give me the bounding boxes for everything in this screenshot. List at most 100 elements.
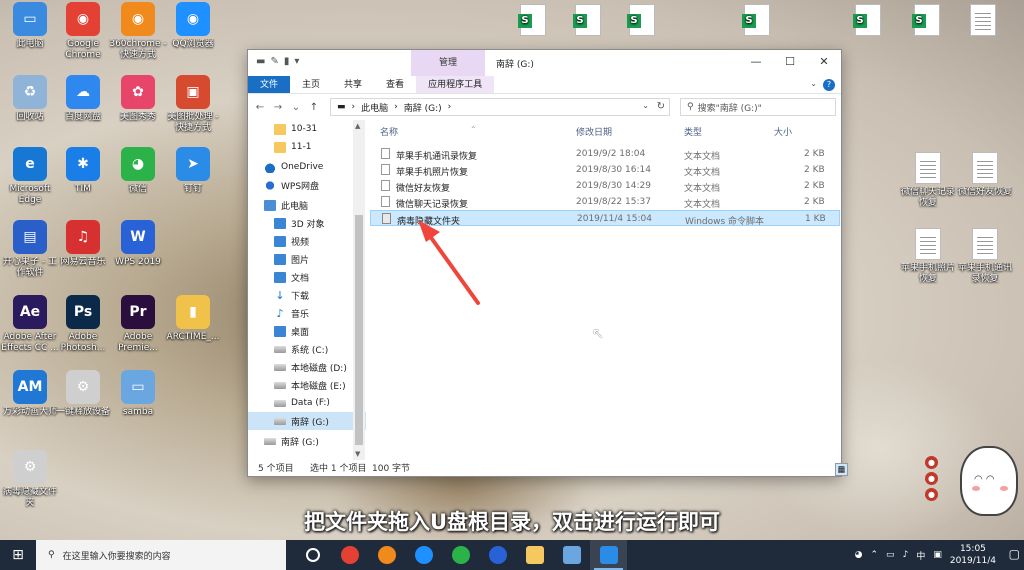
taskbar-wechat-icon[interactable] (442, 540, 479, 570)
nav-item[interactable]: OneDrive (248, 158, 366, 176)
taskbar-360chrome-icon[interactable] (368, 540, 405, 570)
nav-item[interactable]: ♪ 音乐 (248, 304, 366, 322)
col-size[interactable]: 大小 (774, 125, 792, 138)
nav-item[interactable]: 南辞 (G:) (248, 432, 366, 450)
nav-item[interactable]: ↓ 下载 (248, 286, 366, 304)
taskbar-chrome-icon[interactable] (331, 540, 368, 570)
search-input[interactable]: ⚲ 搜索"南辞 (G:)" (680, 98, 836, 116)
taskbar-app-icon[interactable] (553, 540, 590, 570)
desktop-spreadsheet-icon[interactable] (558, 4, 618, 39)
desktop-spreadsheet-icon[interactable] (897, 4, 957, 39)
nav-item[interactable]: 文档 (248, 268, 366, 286)
nav-item[interactable]: 3D 对象 (248, 214, 366, 232)
nav-item[interactable]: WPS网盘 (248, 176, 366, 194)
tab-app-tools[interactable]: 应用程序工具 (416, 76, 495, 93)
network-icon[interactable]: ▭ (886, 550, 895, 560)
file-row[interactable]: 苹果手机通讯录恢复 2019/9/2 18:04 文本文档 2 KB (370, 146, 840, 162)
address-dropdown-icon[interactable]: ⌄ (642, 101, 649, 110)
file-row[interactable]: 微信好友恢复 2019/8/30 14:29 文本文档 2 KB (370, 178, 840, 194)
taskbar-file-explorer-icon[interactable] (516, 540, 553, 570)
desktop-icon[interactable]: ⚙ 一键释放设备 (53, 370, 113, 418)
taskbar-task-view-icon[interactable] (294, 540, 331, 570)
nav-item[interactable]: 桌面 (248, 322, 366, 340)
scroll-down-icon[interactable]: ▼ (355, 450, 360, 458)
nav-item[interactable]: 11-1 (248, 138, 366, 156)
desktop-icon[interactable]: ▣ 美图批处理 - 快捷方式 (163, 75, 223, 134)
desktop-icon[interactable]: Ps Adobe Photosh... (53, 295, 113, 354)
breadcrumb-this-pc[interactable]: 此电脑 (361, 101, 388, 114)
nav-item[interactable]: 本地磁盘 (E:) (248, 376, 366, 394)
nav-item[interactable]: 本地磁盘 (D:) (248, 358, 366, 376)
badge-icon[interactable]: ● (925, 488, 938, 501)
new-folder-icon[interactable]: ▮ (284, 56, 290, 67)
taskbar-search[interactable]: ⚲ 在这里输入你要搜索的内容 (36, 540, 286, 570)
desktop-doc-icon[interactable]: 微信好友恢复 (955, 152, 1015, 198)
address-bar[interactable]: ▬ › 此电脑 › 南辞 (G:) › ⌄ ↻ (330, 98, 670, 116)
desktop-icon[interactable]: ♻ 回收站 (0, 75, 60, 123)
desktop-doc-icon[interactable] (953, 4, 1013, 39)
desktop-icon[interactable]: ◉ Google Chrome (53, 2, 113, 61)
ime-indicator[interactable]: 中 (916, 549, 925, 562)
tab-home[interactable]: 主页 (290, 76, 332, 93)
nav-item[interactable]: 南辞 (G:) (248, 412, 366, 430)
desktop-icon[interactable]: ➤ 钉钉 (163, 147, 223, 195)
desktop-icon[interactable]: ▤ 开心果子 - 工作软件 (0, 220, 60, 279)
desktop-icon[interactable]: ◉ 360chrome - 快速方式 (108, 2, 168, 61)
desktop-icon[interactable]: ⚙ 病毒隐藏文件夹 (0, 450, 60, 509)
close-button[interactable]: ✕ (807, 50, 841, 74)
nav-item[interactable]: 此电脑 (248, 196, 366, 214)
desktop-spreadsheet-icon[interactable] (612, 4, 672, 39)
up-button[interactable]: ↑ (308, 102, 320, 113)
desktop-icon[interactable]: ◉ QQ浏览器 (163, 2, 223, 50)
notification-icon[interactable]: ▢ (1009, 547, 1020, 561)
nav-item[interactable]: 系统 (C:) (248, 340, 366, 358)
taskbar-dingtalk-icon[interactable] (590, 540, 627, 570)
desktop-spreadsheet-icon[interactable] (503, 4, 563, 39)
scroll-thumb[interactable] (355, 215, 363, 445)
recent-dropdown-icon[interactable]: ⌄ (290, 102, 302, 113)
badge-icon[interactable]: ● (925, 456, 938, 469)
scroll-up-icon[interactable]: ▲ (355, 122, 360, 130)
maximize-button[interactable]: ☐ (773, 50, 807, 74)
desktop-icon[interactable]: ☁ 百度网盘 (53, 75, 113, 123)
tray-app-icon[interactable]: ▣ (933, 550, 942, 560)
desktop-icon[interactable]: Ae Adobe After Effects CC ... (0, 295, 60, 354)
nav-scrollbar[interactable]: ▲ ▼ (353, 120, 365, 460)
desktop-icon[interactable]: ✿ 美图秀秀 (108, 75, 168, 123)
nav-item[interactable]: 10-31 (248, 120, 366, 138)
tab-view[interactable]: 查看 (374, 76, 416, 93)
desktop-icon[interactable]: AM 万彩动画大师 (0, 370, 60, 418)
expand-ribbon-icon[interactable]: ⌄ (810, 79, 817, 88)
help-icon[interactable]: ? (823, 79, 835, 91)
col-type[interactable]: 类型 (684, 125, 702, 138)
nav-item[interactable]: Data (F:) (248, 394, 366, 412)
clock[interactable]: 15:05 2019/11/4 (950, 543, 996, 567)
desktop-icon[interactable]: ▭ 此电脑 (0, 2, 60, 50)
desktop-icon[interactable]: ✱ TIM (53, 147, 113, 195)
desktop-icon[interactable]: ◕ 微信 (108, 147, 168, 195)
desktop-spreadsheet-icon[interactable] (838, 4, 898, 39)
tray-wechat-icon[interactable]: ◕ (855, 550, 863, 560)
taskbar-wps-icon[interactable] (479, 540, 516, 570)
volume-icon[interactable]: ♪ (903, 550, 909, 560)
windows-start-icon[interactable]: ⊞ (0, 540, 36, 570)
file-row[interactable]: 苹果手机照片恢复 2019/8/30 16:14 文本文档 2 KB (370, 162, 840, 178)
manage-tab[interactable]: 管理 (411, 50, 485, 76)
desktop-doc-icon[interactable]: 微信聊天记录恢复 (898, 152, 958, 209)
tab-file[interactable]: 文件 (248, 76, 291, 93)
properties-icon[interactable]: ✎ (270, 56, 278, 67)
desktop-icon[interactable]: ♫ 网易云音乐 (53, 220, 113, 268)
file-row[interactable]: 微信聊天记录恢复 2019/8/22 15:37 文本文档 2 KB (370, 194, 840, 210)
badge-icon[interactable]: ● (925, 472, 938, 485)
desktop-icon[interactable]: ▮ ARCTIME_... (163, 295, 223, 343)
taskbar-qq-browser-icon[interactable] (405, 540, 442, 570)
large-icons-view-icon[interactable]: ▦ (835, 463, 848, 476)
desktop-doc-icon[interactable]: 苹果手机通讯录恢复 (955, 228, 1015, 285)
back-button[interactable]: ← (254, 102, 266, 113)
tray-chevron-up-icon[interactable]: ⌃ (871, 550, 879, 560)
refresh-icon[interactable]: ↻ (657, 101, 665, 112)
col-name[interactable]: 名称 (380, 125, 398, 138)
desktop-icon[interactable]: Pr Adobe Premie... (108, 295, 168, 354)
desktop-icon[interactable]: ▭ samba (108, 370, 168, 418)
desktop-icon[interactable]: e Microsoft Edge (0, 147, 60, 206)
